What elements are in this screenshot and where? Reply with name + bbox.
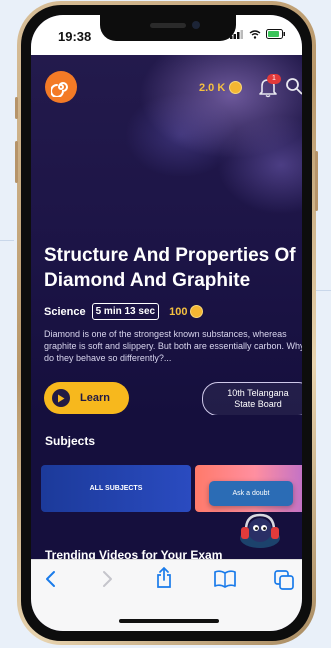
coin-balance-value: 2.0 K — [199, 81, 226, 94]
subjects-section: Subjects ALL SUBJECTS Ask a doubt Trendi… — [31, 415, 302, 570]
background-line — [316, 290, 331, 291]
notch — [100, 15, 236, 41]
spiral-logo-icon[interactable] — [45, 71, 77, 103]
browser-toolbar — [31, 559, 302, 631]
book-icon[interactable] — [214, 570, 236, 588]
battery-icon — [266, 29, 285, 39]
status-bar: 19:38 — [31, 15, 302, 55]
phone-bezel: 19:38 2.0 K 1 Structure And Properties O… — [21, 5, 312, 641]
coin-icon — [190, 305, 204, 318]
search-icon[interactable] — [285, 77, 302, 95]
coin-icon — [229, 81, 243, 94]
signal-icon — [230, 29, 243, 39]
video-meta: Science 5 min 13 sec 100 — [44, 303, 204, 320]
video-description: Diamond is one of the strongest known su… — [44, 329, 302, 363]
status-icons — [230, 29, 286, 39]
video-subject: Science — [44, 305, 86, 318]
wifi-icon — [249, 29, 261, 39]
speaker — [150, 23, 186, 28]
video-points-value: 100 — [169, 305, 188, 318]
video-points: 100 — [169, 305, 204, 318]
share-icon[interactable] — [155, 567, 173, 589]
front-camera — [192, 21, 200, 29]
side-button — [15, 97, 18, 119]
side-button — [15, 141, 18, 183]
play-icon — [52, 389, 70, 407]
video-title: Structure And Properties Of Diamond And … — [44, 245, 296, 291]
board-selector-button[interactable]: 10th Telangana State Board — [202, 382, 302, 416]
status-time: 19:38 — [58, 29, 92, 44]
back-arrow-icon[interactable] — [45, 570, 57, 588]
notification-badge: 1 — [267, 74, 281, 84]
learn-button-label: Learn — [80, 392, 110, 404]
video-hero: 2.0 K 1 Structure And Properties Of Diam… — [31, 55, 302, 416]
screen: 19:38 2.0 K 1 Structure And Properties O… — [31, 15, 302, 631]
ask-doubt-button[interactable]: Ask a doubt — [209, 481, 293, 506]
coin-balance[interactable]: 2.0 K — [199, 81, 243, 94]
learn-button[interactable]: Learn — [44, 382, 129, 414]
side-button — [315, 151, 318, 211]
board-selector-label: 10th Telangana State Board — [227, 388, 289, 409]
subjects-title: Subjects — [45, 434, 96, 448]
video-duration: 5 min 13 sec — [91, 303, 160, 320]
all-subjects-card[interactable]: ALL SUBJECTS — [41, 465, 191, 512]
tabs-icon[interactable] — [274, 570, 294, 590]
forward-arrow-icon[interactable] — [101, 570, 113, 588]
background-line — [0, 240, 14, 241]
home-indicator — [119, 619, 219, 623]
phone-frame: 19:38 2.0 K 1 Structure And Properties O… — [15, 1, 318, 645]
all-subjects-label: ALL SUBJECTS — [89, 485, 143, 492]
ask-doubt-label: Ask a doubt — [232, 490, 270, 497]
headphone-mascot-icon[interactable] — [235, 508, 285, 550]
